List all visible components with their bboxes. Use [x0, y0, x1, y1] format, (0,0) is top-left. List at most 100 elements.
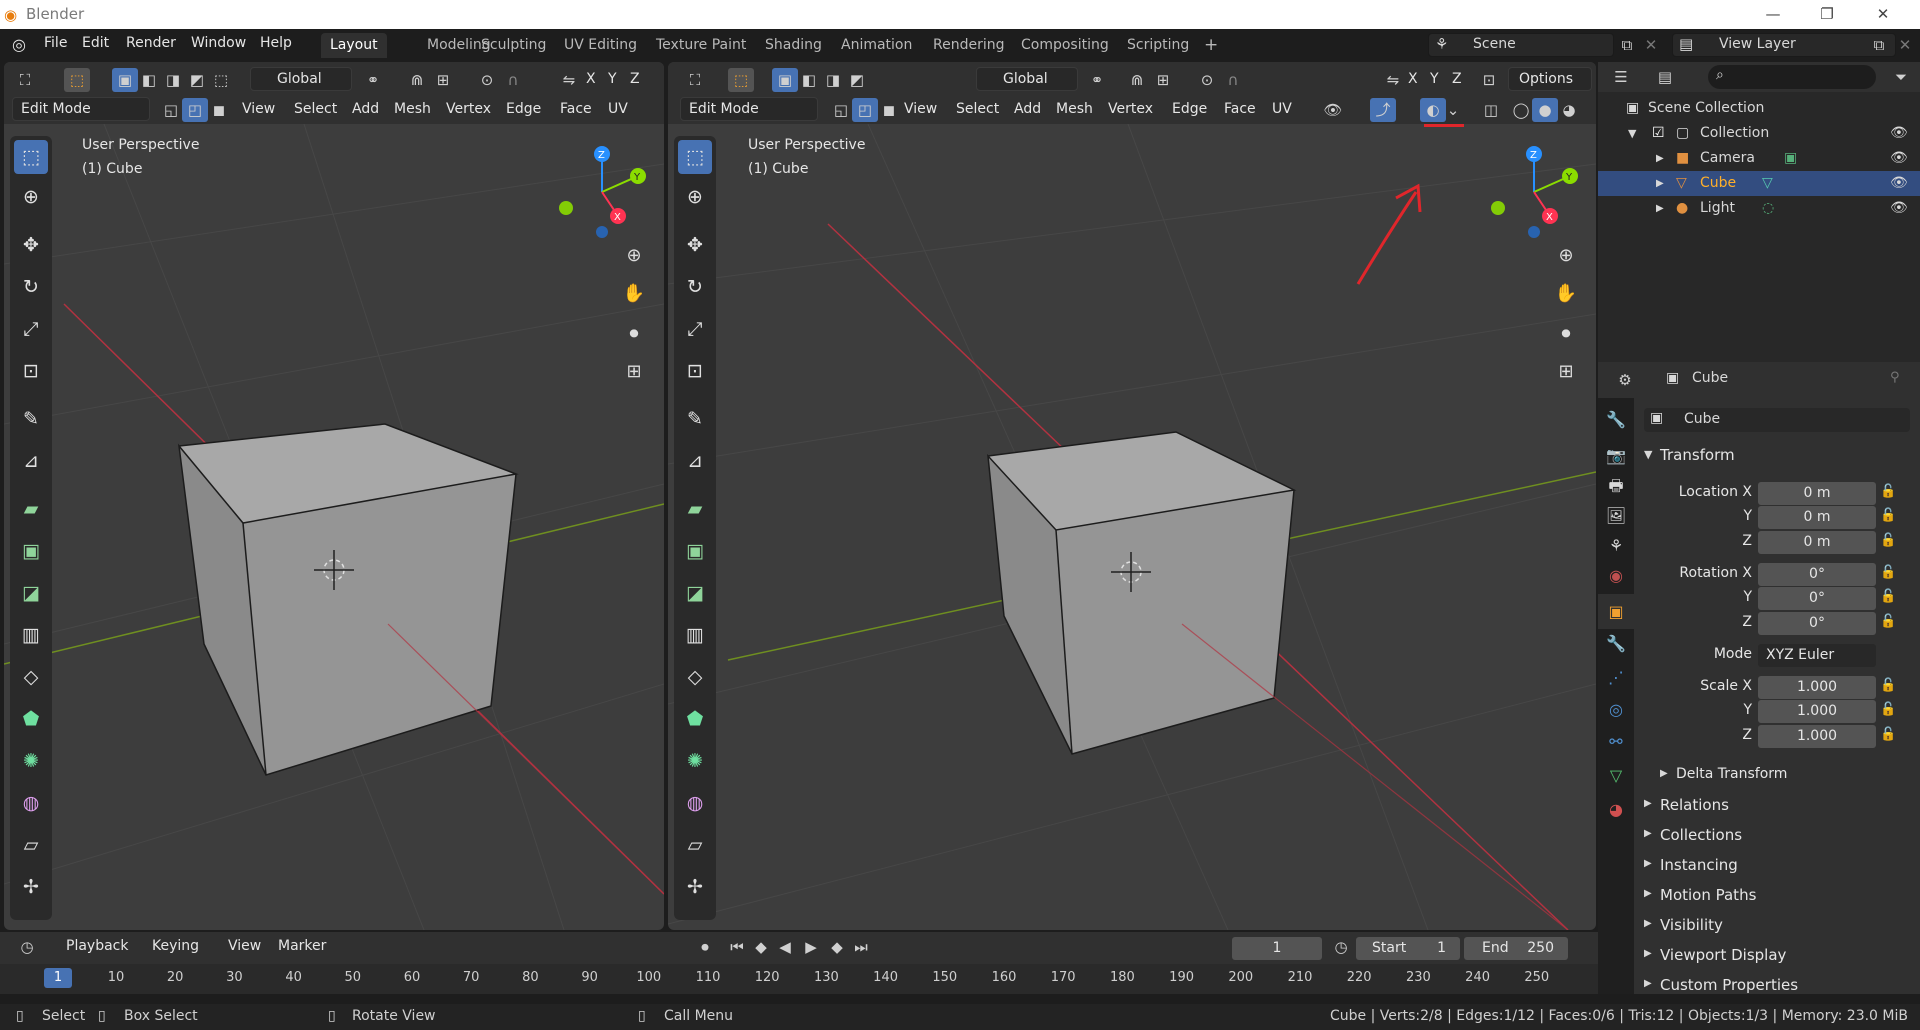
menu-edge[interactable]: Edge	[506, 101, 541, 117]
tool-spin-icon[interactable]: ✺	[14, 744, 48, 778]
instancing-expand-icon[interactable]: ▶	[1644, 858, 1652, 869]
snap-icon[interactable]: ⋒	[1124, 68, 1150, 92]
falloff-icon[interactable]: ∩	[1220, 68, 1246, 92]
visibility-eye-icon[interactable]: 👁	[1320, 98, 1346, 122]
menu-view[interactable]: View	[904, 101, 937, 117]
zoom-icon[interactable]: ⊕	[1550, 240, 1582, 272]
lock-rotation-z-icon[interactable]: 🔓	[1880, 614, 1896, 629]
minimize-button[interactable]: —	[1756, 2, 1790, 26]
camera-data-icon[interactable]: ▣	[1784, 146, 1797, 171]
menu-face[interactable]: Face	[560, 101, 592, 117]
vertex-select-icon[interactable]: ◱	[828, 98, 854, 122]
transform-orientation-dropdown[interactable]: Global	[250, 67, 352, 91]
mode-dropdown[interactable]: Edit Mode	[12, 97, 150, 121]
delete-scene-icon[interactable]: ✕	[1638, 33, 1664, 57]
tab-sculpting[interactable]: Sculpting	[472, 33, 555, 58]
instancing-section[interactable]: Instancing	[1660, 856, 1738, 874]
menu-uv[interactable]: UV	[1272, 101, 1292, 117]
menu-vertex[interactable]: Vertex	[446, 101, 491, 117]
tool-select-box-icon[interactable]: ⬚	[14, 140, 48, 174]
tab-scripting[interactable]: Scripting	[1118, 33, 1198, 58]
xray-icon[interactable]: ◫	[1478, 98, 1504, 122]
camera-view-icon[interactable]: ⏺	[618, 318, 650, 350]
collections-expand-icon[interactable]: ▶	[1644, 828, 1652, 839]
camera-view-icon[interactable]: ⏺	[1550, 318, 1582, 350]
scale-x-field[interactable]: 1.000	[1758, 676, 1876, 699]
rotation-y-field[interactable]: 0°	[1758, 587, 1876, 610]
tool-extrude-icon[interactable]: ▰	[678, 492, 712, 526]
mirror-x[interactable]: X	[1408, 71, 1418, 87]
menu-uv[interactable]: UV	[608, 101, 628, 117]
record-icon[interactable]: ⏺	[692, 935, 718, 959]
select-extend-icon[interactable]: ◧	[796, 68, 822, 92]
tool-transform-icon[interactable]: ⊡	[678, 354, 712, 388]
editor-type-icon[interactable]: ⛶	[12, 68, 38, 92]
modifiers-tab-icon[interactable]: 🔧	[1598, 626, 1634, 661]
ortho-grid-icon[interactable]: ⊞	[1550, 356, 1582, 388]
tool-loop-cut-icon[interactable]: ▥	[14, 618, 48, 652]
checkbox-icon[interactable]: ☑	[1652, 121, 1665, 146]
tool-measure-icon[interactable]: ⊿	[14, 444, 48, 478]
mirror-icon[interactable]: ⇋	[556, 68, 582, 92]
eye-icon[interactable]: 👁	[1890, 121, 1908, 146]
tool-knife-icon[interactable]: ◇	[14, 660, 48, 694]
menu-add[interactable]: Add	[352, 101, 379, 117]
transform-expand-icon[interactable]: ▼	[1644, 448, 1652, 461]
transform-orientation-dropdown[interactable]: Global	[976, 67, 1078, 91]
location-z-field[interactable]: 0 m	[1758, 531, 1876, 554]
expand-icon[interactable]: ▼	[1628, 121, 1636, 146]
tool-move-icon[interactable]: ✥	[14, 228, 48, 262]
particles-tab-icon[interactable]: ⋰	[1598, 660, 1634, 695]
tool-measure-icon[interactable]: ⊿	[678, 444, 712, 478]
select-subtract-icon[interactable]: ◨	[160, 68, 186, 92]
editor-type-icon[interactable]: ⛶	[682, 68, 708, 92]
tab-layout[interactable]: Layout	[321, 33, 387, 58]
lock-location-y-icon[interactable]: 🔓	[1880, 508, 1896, 523]
next-keyframe-icon[interactable]: ◆	[824, 935, 850, 959]
pivot-point-icon[interactable]: ⚭	[360, 68, 386, 92]
scale-y-field[interactable]: 1.000	[1758, 700, 1876, 723]
navigation-gizmo[interactable]: Z Y X	[1484, 142, 1584, 242]
auto-merge-icon[interactable]: ⊡	[1476, 68, 1502, 92]
eye-icon[interactable]: 👁	[1890, 196, 1908, 221]
light-data-icon[interactable]: ◌	[1762, 196, 1774, 221]
timeline-editor-icon[interactable]: ◷	[14, 935, 40, 959]
viewport-left[interactable]: ⛶ ⬚ ▣ ◧ ◨ ◩ ⬚ Global ⚭ ⋒ ⊞ ⊙ ∩ ⇋ X Y Z E…	[4, 62, 664, 930]
lock-scale-z-icon[interactable]: 🔓	[1880, 727, 1896, 742]
select-tool-icon[interactable]: ⬚	[64, 68, 90, 92]
lock-scale-y-icon[interactable]: 🔓	[1880, 702, 1896, 717]
custom-properties-expand-icon[interactable]: ▶	[1644, 978, 1652, 989]
tool-tab-icon[interactable]: 🔧	[1598, 402, 1634, 437]
tab-animation[interactable]: Animation	[832, 33, 921, 58]
tool-select-box-icon[interactable]: ⬚	[678, 140, 712, 174]
viewport-display-section[interactable]: Viewport Display	[1660, 946, 1786, 964]
expand-icon[interactable]: ▶	[1656, 171, 1664, 196]
outliner-item-collection[interactable]: ▼ ☑ ▢ Collection 👁	[1598, 121, 1920, 146]
zoom-icon[interactable]: ⊕	[618, 240, 650, 272]
snap-icon[interactable]: ⋒	[404, 68, 430, 92]
edge-select-icon[interactable]: ◰	[852, 98, 878, 122]
tool-bevel-icon[interactable]: ◪	[678, 576, 712, 610]
end-frame-field[interactable]: End 250	[1464, 937, 1568, 960]
viewport-right-scene[interactable]	[668, 124, 1596, 930]
mesh-data-icon[interactable]: ▽	[1762, 171, 1773, 196]
lock-location-z-icon[interactable]: 🔓	[1880, 533, 1896, 548]
custom-properties-section[interactable]: Custom Properties	[1660, 976, 1798, 994]
select-extend-icon[interactable]: ◧	[136, 68, 162, 92]
eye-icon[interactable]: 👁	[1890, 171, 1908, 196]
close-button[interactable]: ✕	[1866, 2, 1900, 26]
show-gizmo-icon[interactable]: ⤴	[1370, 98, 1396, 122]
view-layer-selector[interactable]: ▤ View Layer	[1672, 33, 1896, 57]
play-reverse-icon[interactable]: ◀	[772, 935, 798, 959]
scale-z-field[interactable]: 1.000	[1758, 725, 1876, 748]
tool-loop-cut-icon[interactable]: ▥	[678, 618, 712, 652]
tool-rotate-icon[interactable]: ↻	[14, 270, 48, 304]
lock-location-x-icon[interactable]: 🔓	[1880, 484, 1896, 499]
delta-transform-section[interactable]: Delta Transform	[1676, 766, 1787, 782]
scene-selector[interactable]: ⚘ Scene	[1428, 33, 1614, 57]
menu-add[interactable]: Add	[1014, 101, 1041, 117]
tab-shading[interactable]: Shading	[756, 33, 831, 58]
vertex-select-icon[interactable]: ◱	[158, 98, 184, 122]
tool-rip-icon[interactable]: ✢	[14, 870, 48, 904]
menu-playback[interactable]: Playback	[66, 938, 128, 954]
